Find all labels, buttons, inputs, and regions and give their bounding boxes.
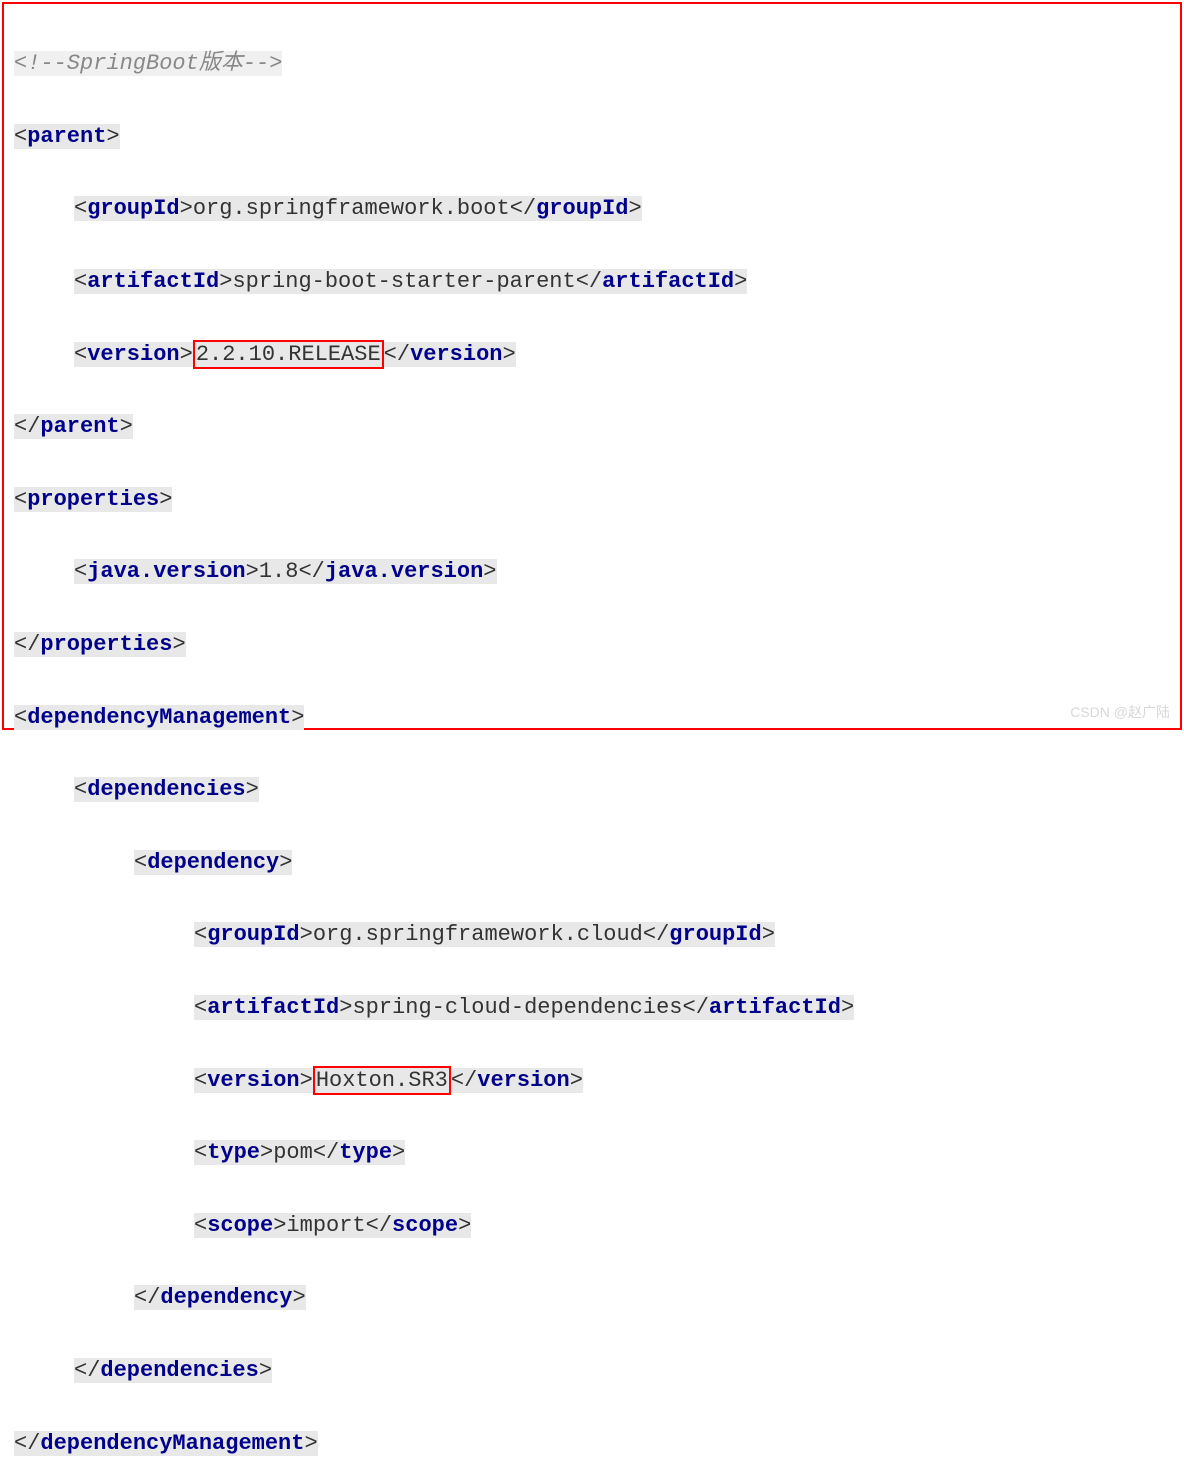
tag-scope: scope bbox=[207, 1213, 273, 1238]
highlighted-version-springboot: 2.2.10.RELEASE bbox=[193, 340, 384, 369]
tag-parent-open: parent bbox=[27, 124, 106, 149]
tag-dependencies-open: dependencies bbox=[87, 777, 245, 802]
text-parent-groupid: org.springframework.boot bbox=[193, 196, 510, 221]
xml-comment: <!--SpringBoot版本--> bbox=[14, 51, 282, 76]
text-java-version: 1.8 bbox=[259, 559, 299, 584]
tag-artifactid: artifactId bbox=[87, 269, 219, 294]
code-line: </properties> bbox=[14, 627, 1170, 663]
code-line: <version>2.2.10.RELEASE</version> bbox=[14, 337, 1170, 373]
tag-depmgmt-close: dependencyManagement bbox=[40, 1431, 304, 1456]
text-dep-groupid: org.springframework.cloud bbox=[313, 922, 643, 947]
tag-type: type bbox=[207, 1140, 260, 1165]
tag-dependencies-close: dependencies bbox=[100, 1358, 258, 1383]
tag-java-version: java.version bbox=[87, 559, 245, 584]
code-line: <scope>import</scope> bbox=[14, 1208, 1170, 1244]
code-line: <dependency> bbox=[14, 845, 1170, 881]
code-line: <groupId>org.springframework.cloud</grou… bbox=[14, 917, 1170, 953]
tag-parent-close: parent bbox=[40, 414, 119, 439]
code-line: <groupId>org.springframework.boot</group… bbox=[14, 191, 1170, 227]
tag-depmgmt-open: dependencyManagement bbox=[27, 705, 291, 730]
code-line: <parent> bbox=[14, 119, 1170, 155]
code-line: </dependencyManagement> bbox=[14, 1426, 1170, 1462]
tag-version: version bbox=[87, 342, 179, 367]
code-line: </dependencies> bbox=[14, 1353, 1170, 1389]
text-dep-scope: import bbox=[286, 1213, 365, 1238]
code-line: <type>pom</type> bbox=[14, 1135, 1170, 1171]
code-line: <dependencyManagement> bbox=[14, 700, 1170, 736]
code-line: <dependencies> bbox=[14, 772, 1170, 808]
code-line: <java.version>1.8</java.version> bbox=[14, 554, 1170, 590]
code-line: <properties> bbox=[14, 482, 1170, 518]
tag-dependency-close: dependency bbox=[160, 1285, 292, 1310]
code-block-container: <!--SpringBoot版本--> <parent> <groupId>or… bbox=[2, 2, 1182, 730]
code-line: </parent> bbox=[14, 409, 1170, 445]
text-dep-artifactid: spring-cloud-dependencies bbox=[352, 995, 682, 1020]
tag-dependency-open: dependency bbox=[147, 850, 279, 875]
code-line: <!--SpringBoot版本--> bbox=[14, 46, 1170, 82]
code-line: <version>Hoxton.SR3</version> bbox=[14, 1063, 1170, 1099]
tag-groupid: groupId bbox=[87, 196, 179, 221]
text-parent-artifactid: spring-boot-starter-parent bbox=[232, 269, 575, 294]
tag-properties-open: properties bbox=[27, 487, 159, 512]
tag-properties-close: properties bbox=[40, 632, 172, 657]
text-dep-type: pom bbox=[273, 1140, 313, 1165]
code-line: </dependency> bbox=[14, 1280, 1170, 1316]
code-line: <artifactId>spring-boot-starter-parent</… bbox=[14, 264, 1170, 300]
highlighted-version-springcloud: Hoxton.SR3 bbox=[313, 1066, 451, 1095]
xml-code: <!--SpringBoot版本--> <parent> <groupId>or… bbox=[14, 10, 1170, 1464]
code-line: <artifactId>spring-cloud-dependencies</a… bbox=[14, 990, 1170, 1026]
watermark-text: CSDN @赵广陆 bbox=[1070, 701, 1170, 724]
